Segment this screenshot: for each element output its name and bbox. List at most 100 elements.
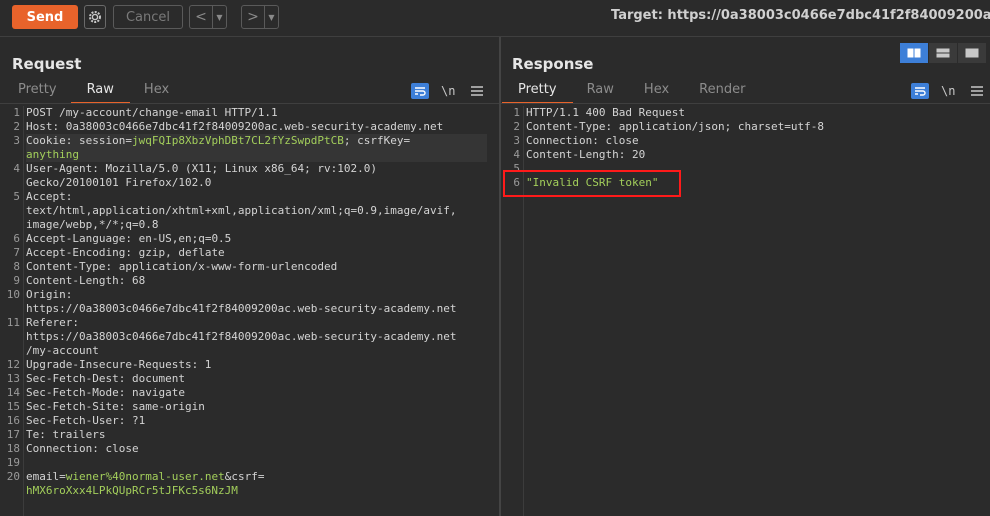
target-url[interactable]: Target: https://0a38003c0466e7dbc41f2f84… bbox=[611, 8, 990, 23]
header-value: trailers bbox=[45, 428, 106, 441]
response-editor[interactable]: 1 HTTP/1.1 400 Bad Request 2 Content-Type: … bbox=[500, 106, 990, 516]
line-number: 3 bbox=[513, 134, 520, 147]
request-editor[interactable]: 1 POST /my-account/change-email HTTP/1.1 2… bbox=[0, 106, 499, 516]
word-wrap-icon[interactable] bbox=[411, 83, 429, 99]
word-wrap-icon[interactable] bbox=[911, 83, 929, 99]
highlighted-value: anything bbox=[26, 148, 79, 161]
request-tab-raw[interactable]: Raw bbox=[70, 82, 131, 104]
request-tabs: Pretty Raw Hex bbox=[18, 82, 169, 104]
code-line: https://0a38003c0466e7dbc41f2f84009200ac… bbox=[26, 330, 456, 344]
line-number: 12 bbox=[6, 358, 20, 371]
highlighted-value: hMX6roXxx4LPkQUpRCr5tJFKc5s6NzJM bbox=[26, 484, 238, 497]
header-name: Connection: bbox=[26, 442, 99, 455]
response-tab-underline bbox=[501, 103, 990, 104]
line-number: 7 bbox=[13, 246, 20, 259]
line-number: 15 bbox=[6, 400, 20, 413]
header-value: 68 bbox=[125, 274, 146, 287]
header-name: Origin: bbox=[26, 288, 73, 301]
code-line: Connection: close bbox=[26, 442, 139, 456]
request-title: Request bbox=[12, 55, 82, 73]
header-name: Sec-Fetch-Site: bbox=[26, 400, 126, 413]
header-name: Cookie: bbox=[26, 134, 73, 147]
header-name: Content-Type: bbox=[26, 260, 113, 273]
header-name: Te: bbox=[26, 428, 46, 441]
header-name: Host: bbox=[26, 120, 60, 133]
header-name: Connection: bbox=[526, 134, 599, 147]
single-pane-layout-button[interactable] bbox=[958, 43, 986, 63]
cancel-button[interactable]: Cancel bbox=[113, 5, 183, 29]
forward-arrow-icon[interactable]: > bbox=[242, 6, 264, 28]
header-name: Accept-Language: bbox=[26, 232, 132, 245]
header-value: image/webp,*/*;q=0.8 bbox=[26, 218, 159, 231]
header-value: Gecko/20100101 Firefox/102.0 bbox=[26, 176, 212, 189]
response-tab-render[interactable]: Render bbox=[699, 82, 745, 102]
highlighted-value: jwqFQIp8XbzVphDBt7CL2fYzSwpdPtCB bbox=[131, 134, 344, 147]
line-number: 1 bbox=[513, 106, 520, 119]
code-line: https://0a38003c0466e7dbc41f2f84009200ac… bbox=[26, 302, 456, 316]
send-button[interactable]: Send bbox=[12, 5, 78, 29]
request-editor-icons: \n bbox=[411, 82, 484, 100]
code-line: Upgrade-Insecure-Requests: 1 bbox=[26, 358, 211, 372]
header-name: User-Agent: bbox=[26, 162, 99, 175]
code-line: Sec-Fetch-Mode: navigate bbox=[26, 386, 185, 400]
newline-toggle-icon[interactable]: \n bbox=[441, 84, 455, 98]
header-value: session= bbox=[72, 134, 132, 147]
header-value: application/json; charset=utf-8 bbox=[612, 120, 825, 133]
header-name: Content-Type: bbox=[526, 120, 613, 133]
line-number: 17 bbox=[6, 428, 20, 441]
menu-icon[interactable] bbox=[971, 86, 984, 96]
side-by-side-layout-button[interactable] bbox=[900, 43, 928, 63]
code-line: Origin: bbox=[26, 288, 72, 302]
line-number: 9 bbox=[13, 274, 20, 287]
highlighted-value: wiener%40normal-user.net bbox=[65, 470, 225, 483]
header-value: Mozilla/5.0 (X11; Linux x86_64; rv:102.0… bbox=[98, 162, 378, 175]
stacked-layout-button[interactable] bbox=[929, 43, 957, 63]
response-tab-hex[interactable]: Hex bbox=[644, 82, 669, 102]
header-value: https://0a38003c0466e7dbc41f2f84009200ac… bbox=[26, 330, 457, 343]
response-tab-pretty[interactable]: Pretty bbox=[502, 82, 572, 104]
header-name: Upgrade-Insecure-Requests: bbox=[26, 358, 199, 371]
line-number: 13 bbox=[6, 372, 20, 385]
code-line: image/webp,*/*;q=0.8 bbox=[26, 218, 158, 232]
header-value: navigate bbox=[125, 386, 185, 399]
header-name: Accept: bbox=[26, 190, 73, 203]
line-number: 2 bbox=[13, 120, 20, 133]
line-number: 5 bbox=[13, 190, 20, 203]
code-line: Content-Type: application/json; charset=… bbox=[526, 120, 824, 134]
back-arrow-icon[interactable]: < bbox=[190, 6, 212, 28]
code-line: POST /my-account/change-email HTTP/1.1 bbox=[26, 106, 278, 120]
header-value: 0a38003c0466e7dbc41f2f84009200ac.web-sec… bbox=[59, 120, 444, 133]
header-value: application/x-www-form-urlencoded bbox=[112, 260, 338, 273]
header-value: en-US,en;q=0.5 bbox=[131, 232, 232, 245]
newline-toggle-icon[interactable]: \n bbox=[941, 84, 955, 98]
header-value: 20 bbox=[625, 148, 646, 161]
line-number: 19 bbox=[6, 456, 20, 469]
header-value: gzip, deflate bbox=[131, 246, 225, 259]
response-editor-icons: \n bbox=[911, 82, 984, 100]
response-title: Response bbox=[512, 55, 594, 73]
settings-button[interactable] bbox=[84, 5, 106, 29]
menu-icon[interactable] bbox=[471, 86, 484, 96]
line-number: 4 bbox=[513, 148, 520, 161]
header-value: same-origin bbox=[125, 400, 205, 413]
header-value: close bbox=[598, 134, 639, 147]
back-dropdown-icon[interactable]: ▼ bbox=[212, 6, 226, 28]
code-line: Accept: bbox=[26, 190, 72, 204]
forward-dropdown-icon[interactable]: ▼ bbox=[264, 6, 278, 28]
line-number: 18 bbox=[6, 442, 20, 455]
header-name: POST /my-account/change-email HTTP/1.1 bbox=[26, 106, 278, 119]
header-name: Sec-Fetch-Dest: bbox=[26, 372, 126, 385]
line-number: 10 bbox=[6, 288, 20, 301]
code-line: hMX6roXxx4LPkQUpRCr5tJFKc5s6NzJM bbox=[26, 484, 238, 498]
line-number: 4 bbox=[13, 162, 20, 175]
header-value: text/html,application/xhtml+xml,applicat… bbox=[26, 204, 457, 217]
line-number: 16 bbox=[6, 414, 20, 427]
request-tab-pretty[interactable]: Pretty bbox=[18, 82, 57, 102]
code-line: Te: trailers bbox=[26, 428, 105, 442]
highlight-box bbox=[503, 170, 681, 197]
response-tab-raw[interactable]: Raw bbox=[587, 82, 614, 102]
header-value: 1 bbox=[198, 358, 212, 371]
code-line: /my-account bbox=[26, 344, 99, 358]
request-tab-hex[interactable]: Hex bbox=[144, 82, 169, 102]
code-line: Sec-Fetch-Site: same-origin bbox=[26, 400, 205, 414]
